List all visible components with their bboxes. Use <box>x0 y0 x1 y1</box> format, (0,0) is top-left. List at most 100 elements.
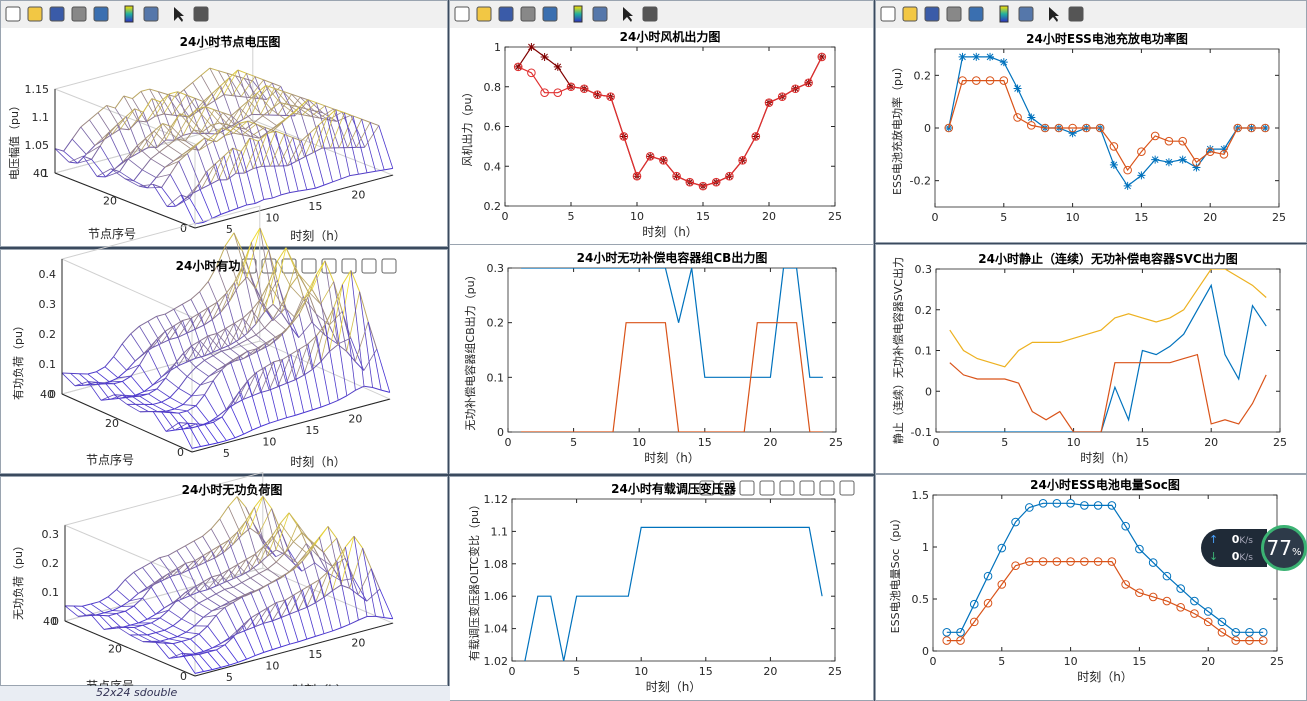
surface-rib <box>133 605 148 620</box>
y-axis-label: ESS电池充放电功率（pu） <box>890 61 904 195</box>
surface-edge <box>252 425 261 431</box>
upload-unit: K/s <box>1239 536 1253 546</box>
surface-edge <box>190 291 200 300</box>
surface-edge <box>255 651 264 657</box>
chart-wind-output: 0 5 10 15 20 25 0.2 0.4 0.6 0.8 1 24小时风机出力图时刻（h） 风机出… <box>460 29 842 239</box>
surface-edge <box>239 100 249 109</box>
x-tick-label: 15 <box>1135 436 1149 449</box>
surface-edge <box>206 99 216 107</box>
surface-rib <box>146 578 161 589</box>
surface-rib <box>207 651 222 668</box>
y-tick-label: 0 <box>180 670 187 683</box>
x-tick-label: 25 <box>828 665 842 678</box>
surface-edge <box>315 184 325 189</box>
y-tick-label: -0.1 <box>911 426 932 439</box>
cpu-percent-badge[interactable]: 77% <box>1261 525 1307 571</box>
surface-edge <box>341 175 350 180</box>
z-tick-label: 0.4 <box>39 268 57 281</box>
surface-edge <box>247 372 257 381</box>
surface-edge <box>246 203 256 206</box>
surface-edge <box>194 617 204 627</box>
surface-rib <box>161 187 176 207</box>
x-axis-label: 时刻（h） <box>1080 451 1136 465</box>
surface-edge <box>215 155 225 165</box>
surface-edge <box>113 343 123 357</box>
surface-rib <box>259 612 273 650</box>
surface-rib <box>259 227 274 305</box>
surface-edge <box>182 298 192 305</box>
x-tick-label: 15 <box>699 665 713 678</box>
surface-edge <box>108 613 117 617</box>
surface-edge <box>159 145 169 153</box>
surface-edge <box>226 437 236 442</box>
x-tick-label: 15 <box>696 210 710 223</box>
surface-rib <box>207 598 221 607</box>
surface-edge <box>280 512 290 524</box>
surface-rib <box>168 609 182 620</box>
surface-edge <box>152 401 162 405</box>
surface-edge <box>200 67 211 76</box>
surface-rib <box>241 625 256 656</box>
series-0-point <box>527 43 536 51</box>
series-0-point <box>1109 160 1118 169</box>
surface-rib <box>213 422 227 441</box>
plot-area <box>934 48 1280 208</box>
surface-edge <box>384 617 393 620</box>
y-tick-label: 0 <box>922 645 929 658</box>
y-tick-label: 1.1 <box>491 525 509 538</box>
surface-rib <box>270 108 286 120</box>
plot-area <box>507 267 837 433</box>
chart-oltc-ratio: 0 5 10 15 20 25 1.02 1.04 1.06 1.08 1.1 1.12 24小时有载调… <box>467 481 842 694</box>
surface-edge <box>370 121 379 127</box>
x-tick-label: 15 <box>305 424 319 437</box>
surface-edge <box>315 633 325 637</box>
x-tick-label: 0 <box>502 210 509 223</box>
surface-edge <box>191 446 201 449</box>
surface-edge <box>249 137 259 142</box>
surface-rib <box>217 361 231 371</box>
download-row: ↓ 0K/s <box>1209 550 1253 563</box>
x-tick-label: 0 <box>505 436 512 449</box>
surface-rib <box>156 339 171 371</box>
y-tick-label: 0.2 <box>484 200 502 213</box>
surface-rib <box>169 320 183 340</box>
chart-title: 24小时无功补偿电容器组CB出力图 <box>577 250 768 265</box>
surface-rib <box>113 356 127 371</box>
x-tick-label: 25 <box>1273 436 1287 449</box>
chart-title: 24小时有功 <box>176 258 241 273</box>
surface-edge <box>267 561 277 570</box>
surface-edge <box>352 115 362 120</box>
surface-rib <box>159 557 173 577</box>
surface-edge <box>219 506 229 520</box>
x-tick-label: 5 <box>1001 436 1008 449</box>
surface-rib <box>220 85 235 125</box>
surface-rib <box>147 321 162 344</box>
surface-rib <box>246 589 260 596</box>
surface-rib <box>107 596 122 607</box>
surface-edge <box>366 170 376 174</box>
surface-edge <box>147 177 157 189</box>
x-tick-label: 20 <box>351 636 365 649</box>
surface-rib <box>122 381 136 396</box>
plot-area <box>511 498 836 662</box>
chart-node-voltage: 51015200204011.051.11.1524小时节点电压图时刻（h）节点… <box>8 34 395 243</box>
surface-rib <box>281 333 296 380</box>
surface-edge <box>150 151 160 160</box>
surface-edge <box>107 589 117 598</box>
z-axis-label: 电压幅值（pu） <box>8 100 21 180</box>
surface-edge <box>332 627 342 632</box>
surface-edge <box>90 601 100 605</box>
surface-rib <box>293 541 307 554</box>
surface-rib <box>195 405 210 423</box>
chart-title: 24小时无功负荷图 <box>182 482 283 497</box>
series-0-point <box>1123 181 1132 190</box>
surface-rib <box>195 366 210 377</box>
surface-edge <box>344 112 354 117</box>
surface-rib <box>148 393 162 403</box>
surface-rib <box>175 197 190 207</box>
surface-rib <box>285 247 300 275</box>
surface-rib <box>256 372 270 424</box>
surface-edge <box>207 593 217 599</box>
x-tick-label: 10 <box>265 211 279 224</box>
surface-rib <box>174 408 188 412</box>
